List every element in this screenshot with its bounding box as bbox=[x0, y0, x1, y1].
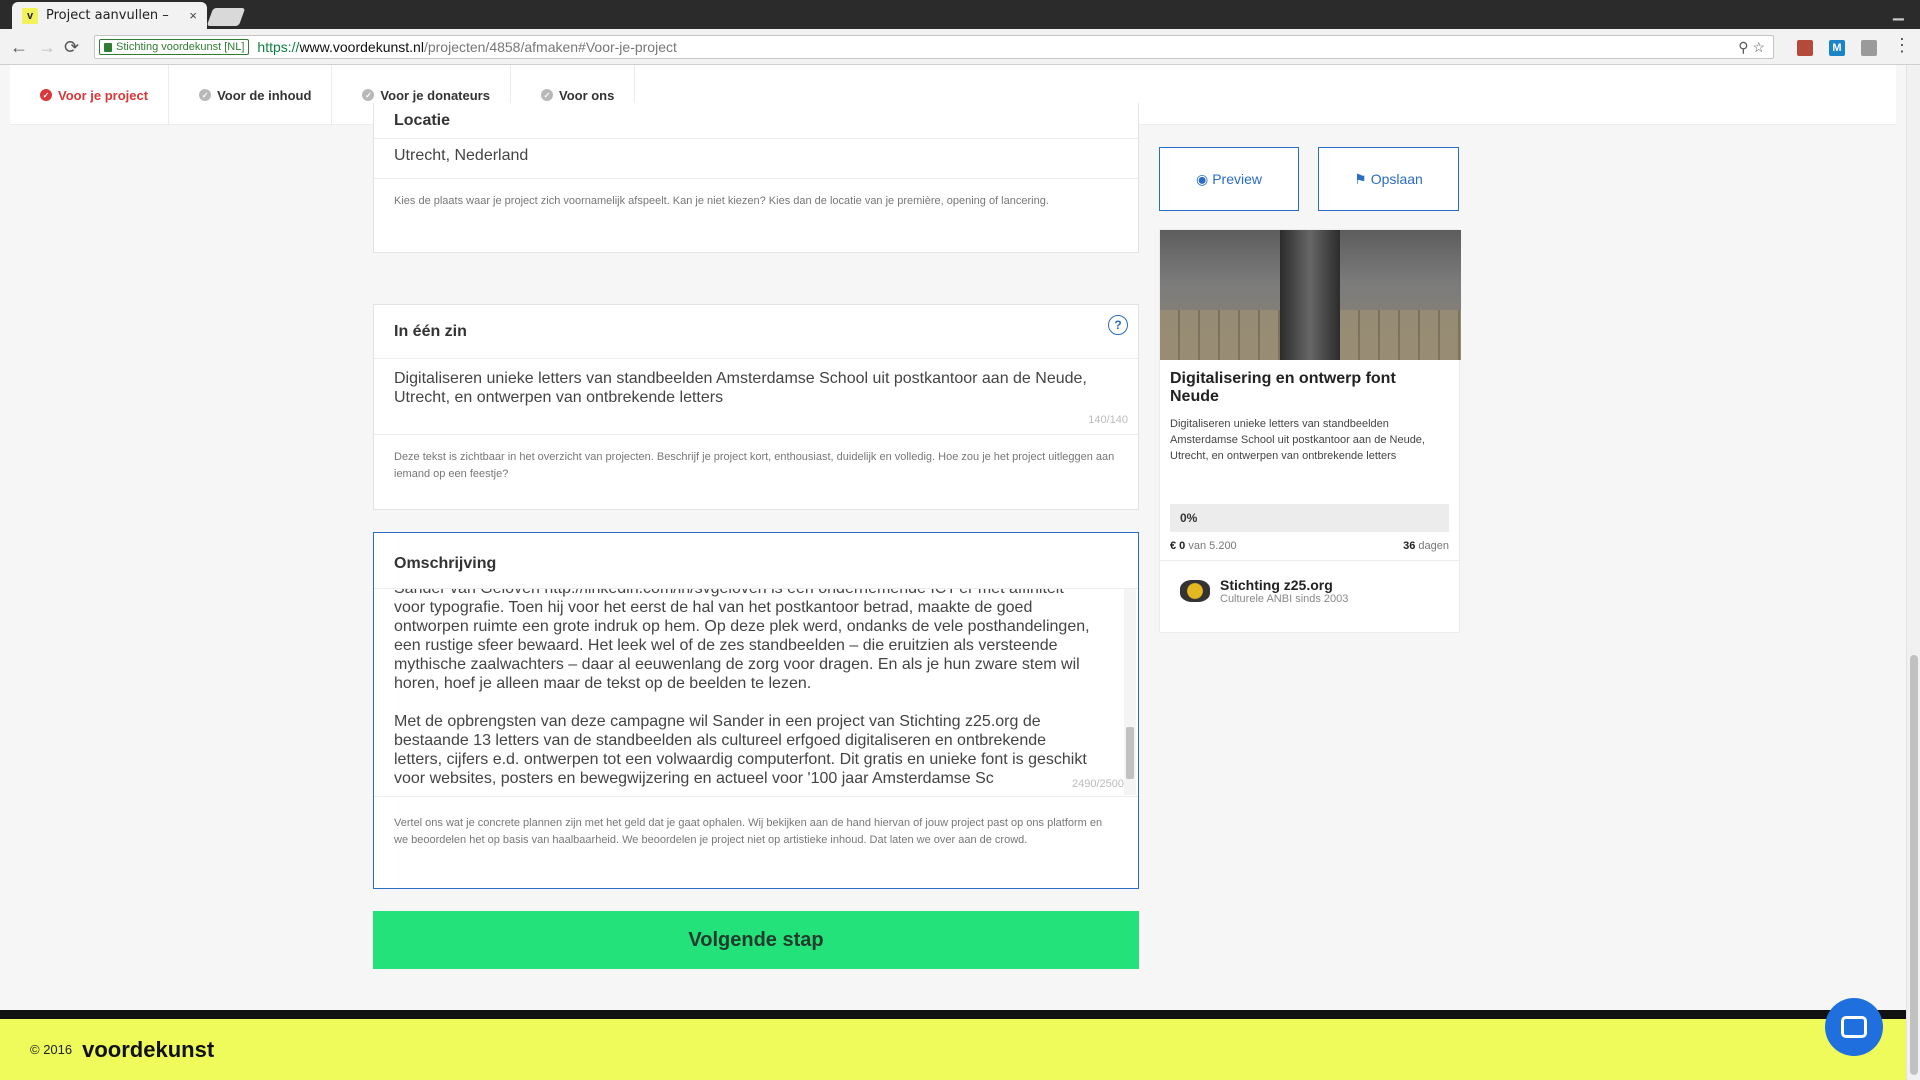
preview-button[interactable]: ◉ Preview bbox=[1159, 147, 1299, 211]
project-description: Digitaliseren unieke letters van standbe… bbox=[1170, 418, 1425, 462]
url-scheme: https:// bbox=[257, 39, 300, 55]
locatie-title: Locatie bbox=[374, 103, 1138, 139]
chat-icon bbox=[1841, 1016, 1867, 1038]
days-count: 36 bbox=[1403, 540, 1416, 552]
locatie-card: Locatie Utrecht, Nederland Kies de plaat… bbox=[373, 103, 1139, 253]
organisation-row: Stichting z25.org Culturele ANBI sinds 2… bbox=[1160, 561, 1459, 621]
footer-divider bbox=[0, 1010, 1906, 1019]
url-path: /projecten/4858/afmaken#Voor-je-project bbox=[423, 39, 677, 55]
char-counter: 2490/2500 bbox=[1072, 778, 1124, 790]
organisation-logo-icon bbox=[1180, 580, 1210, 602]
tab-title: Project aanvullen – bbox=[46, 8, 169, 23]
omschrijving-card: Omschrijving Sander van Geloven http://l… bbox=[373, 532, 1139, 889]
tab-voor-de-inhoud[interactable]: ✓ Voor de inhoud bbox=[169, 65, 333, 125]
in-een-zin-value: Digitaliseren unieke letters van standbe… bbox=[394, 370, 1087, 406]
textarea-scrollbar[interactable] bbox=[1124, 589, 1136, 795]
amount-goal: van 5.200 bbox=[1188, 540, 1237, 552]
in-een-zin-input[interactable]: Digitaliseren unieke letters van standbe… bbox=[374, 359, 1138, 435]
save-icon: ⚑ bbox=[1354, 170, 1367, 187]
locatie-input[interactable]: Utrecht, Nederland bbox=[374, 139, 1138, 179]
check-icon: ✓ bbox=[40, 89, 52, 101]
in-een-zin-title: In één zin bbox=[394, 322, 467, 340]
omschrijving-help: Vertel ons wat je concrete plannen zijn … bbox=[394, 817, 1103, 846]
tab-label: Voor ons bbox=[558, 87, 615, 103]
bookmark-star-icon[interactable]: ⚲ ☆ bbox=[1738, 39, 1765, 56]
secure-label: Stichting voordekunst [NL] bbox=[116, 41, 245, 53]
back-icon[interactable]: ← bbox=[10, 37, 28, 58]
browser-tab[interactable]: v Project aanvullen – × bbox=[12, 2, 207, 29]
footer: © 2016 voordekunst bbox=[0, 1019, 1906, 1080]
check-icon: ✓ bbox=[199, 89, 212, 101]
page-viewport: ✓ Voor je project ✓ Voor de inhoud ✓ Voo… bbox=[0, 65, 1906, 1080]
omschrijving-paragraph: Sander van Geloven http://linkedin.com/i… bbox=[394, 589, 1090, 692]
minimize-icon[interactable]: ▁ bbox=[1893, 4, 1904, 21]
tab-label: Voor je donateurs bbox=[380, 87, 490, 103]
tab-voor-je-project[interactable]: ✓ Voor je project bbox=[10, 65, 170, 125]
page-scroll-thumb[interactable] bbox=[1910, 655, 1918, 1075]
secure-badge[interactable]: Stichting voordekunst [NL] bbox=[99, 39, 250, 55]
project-preview-card: Digitalisering en ontwerp font Neude Dig… bbox=[1159, 229, 1461, 633]
extension-m-icon[interactable]: M bbox=[1829, 40, 1845, 56]
progress-label: 0% bbox=[1180, 511, 1198, 525]
organisation-subtitle: Culturele ANBI sinds 2003 bbox=[1220, 593, 1349, 605]
project-title: Digitalisering en ontwerp font Neude bbox=[1170, 370, 1396, 405]
progress-bar: 0% bbox=[1170, 504, 1449, 532]
save-label: Opslaan bbox=[1370, 171, 1423, 187]
close-tab-icon[interactable]: × bbox=[189, 8, 197, 23]
reload-icon[interactable]: ⟳ bbox=[64, 37, 79, 58]
omschrijving-textarea[interactable]: Sander van Geloven http://linkedin.com/i… bbox=[374, 589, 1138, 797]
image-statue bbox=[1280, 230, 1340, 360]
organisation-name: Stichting z25.org bbox=[1220, 577, 1333, 593]
browser-tab-strip: v Project aanvullen – × ▁ bbox=[0, 0, 1920, 29]
in-een-zin-header: In één zin ? bbox=[374, 305, 1138, 359]
address-bar[interactable]: Stichting voordekunst [NL] https:// www.… bbox=[94, 35, 1774, 59]
browser-toolbar: ← → ⟳ Stichting voordekunst [NL] https:/… bbox=[0, 29, 1920, 65]
funding-row: € 0 van 5.200 36 dagen bbox=[1160, 532, 1459, 561]
new-tab-button[interactable] bbox=[206, 8, 246, 26]
eye-icon: ◉ bbox=[1195, 170, 1209, 187]
url-host: www.voordekunst.nl bbox=[299, 39, 424, 55]
days-left: 36 dagen bbox=[1403, 540, 1449, 552]
preview-label: Preview bbox=[1212, 171, 1262, 187]
save-button[interactable]: ⚑ Opslaan bbox=[1318, 147, 1459, 211]
amount-raised: € 0 bbox=[1170, 540, 1186, 552]
help-icon[interactable]: ? bbox=[1108, 315, 1128, 335]
check-icon: ✓ bbox=[362, 89, 375, 101]
in-een-zin-card: In één zin ? Digitaliseren unieke letter… bbox=[373, 304, 1139, 510]
chat-launcher-button[interactable] bbox=[1825, 998, 1883, 1056]
in-een-zin-help: Deze tekst is zichtbaar in het overzicht… bbox=[394, 451, 1115, 480]
days-label: dagen bbox=[1418, 540, 1449, 552]
menu-icon[interactable]: ⋮ bbox=[1893, 35, 1911, 56]
locatie-help: Kies de plaats waar je project zich voor… bbox=[394, 195, 1049, 207]
favicon-icon: v bbox=[22, 7, 38, 24]
copyright: © 2016 bbox=[30, 1042, 73, 1057]
textarea-scroll-thumb[interactable] bbox=[1126, 727, 1134, 779]
omschrijving-title: Omschrijving bbox=[374, 533, 1138, 589]
check-icon: ✓ bbox=[540, 89, 553, 101]
forward-icon[interactable]: → bbox=[38, 37, 56, 58]
omschrijving-paragraph: Met de opbrengsten van deze campagne wil… bbox=[394, 713, 1087, 787]
tab-label: Voor de inhoud bbox=[217, 87, 312, 103]
funding-amount: € 0 van 5.200 bbox=[1170, 540, 1237, 552]
project-image bbox=[1160, 230, 1461, 360]
page-scrollbar[interactable] bbox=[1906, 65, 1920, 1080]
char-counter: 140/140 bbox=[1088, 414, 1128, 426]
extension-puzzle-icon[interactable] bbox=[1861, 40, 1877, 56]
next-step-button[interactable]: Volgende stap bbox=[373, 911, 1139, 969]
lock-icon bbox=[104, 42, 112, 52]
extension-icon[interactable] bbox=[1797, 40, 1813, 56]
brand-logo[interactable]: voordekunst bbox=[82, 1037, 214, 1063]
tab-label: Voor je project bbox=[58, 87, 149, 103]
